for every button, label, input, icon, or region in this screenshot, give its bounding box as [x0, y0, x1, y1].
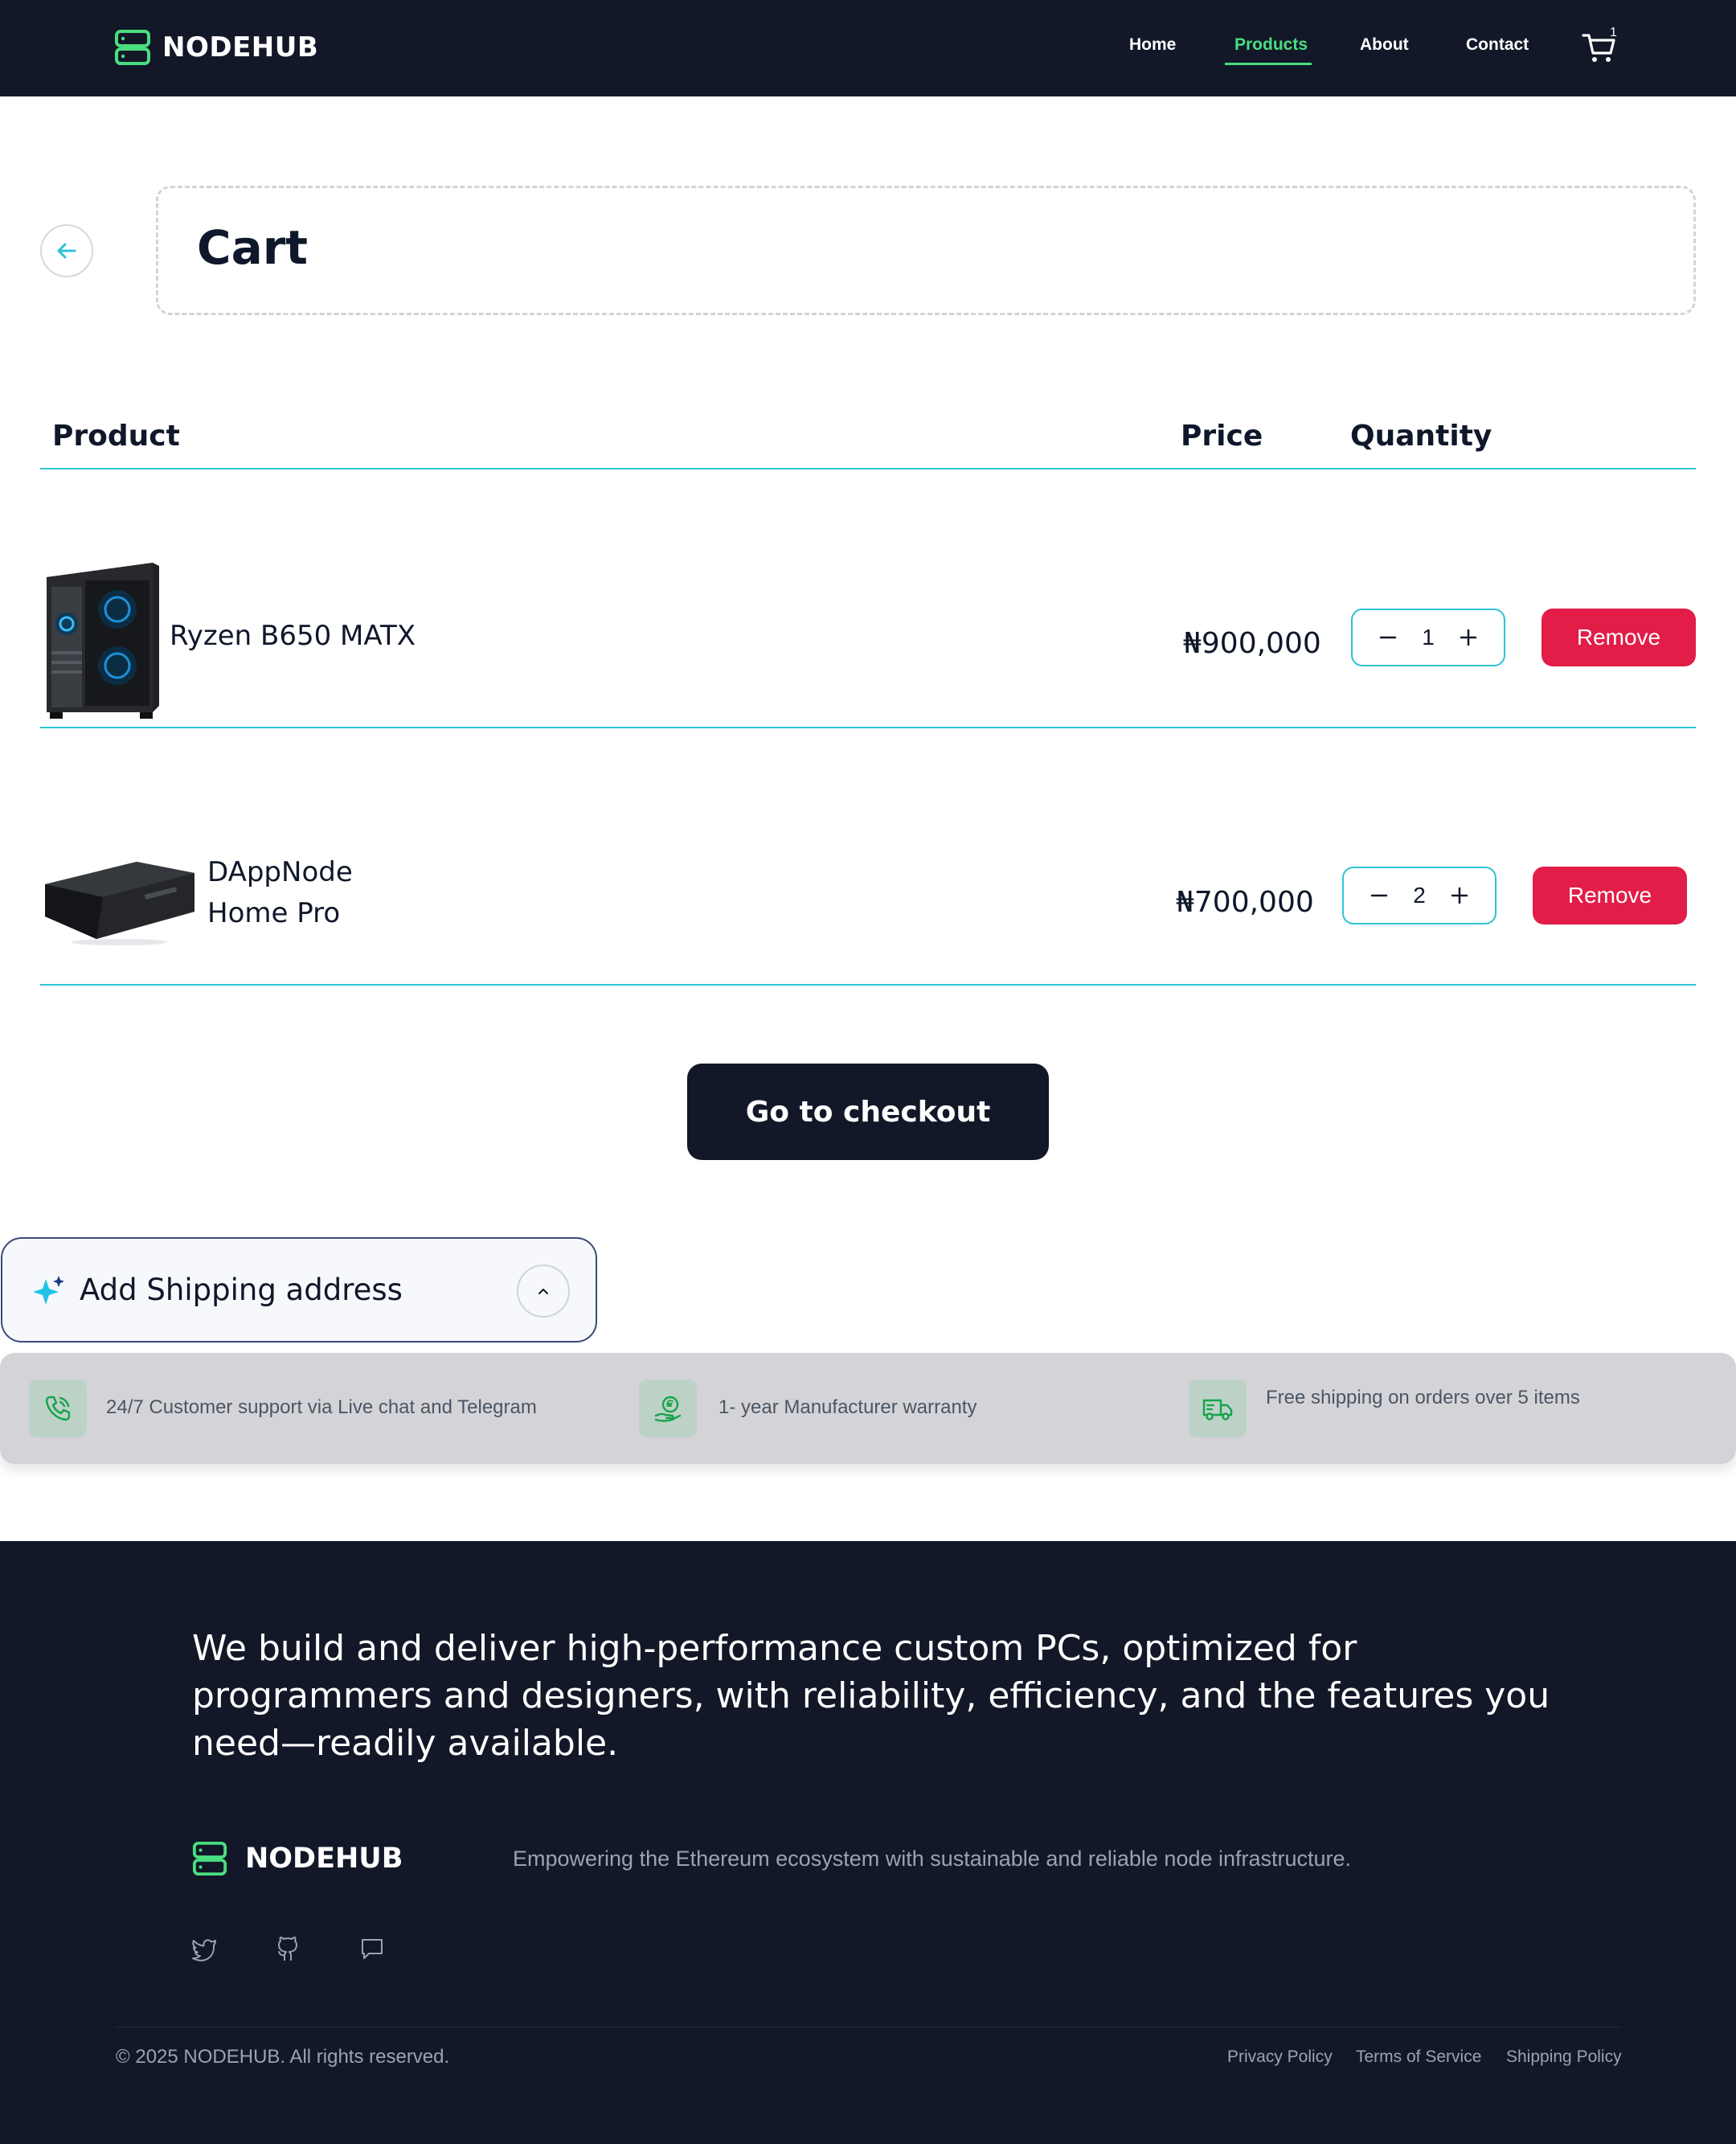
decrease-quantity-button[interactable] — [1365, 610, 1410, 665]
footer-brand-name: NODEHUB — [245, 1843, 403, 1875]
sparkle-icon — [33, 1276, 64, 1305]
footer-mission: Empowering the Ethereum ecosystem with s… — [513, 1847, 1352, 1871]
twitter-icon[interactable] — [190, 1935, 218, 1962]
column-header-quantity: Quantity — [1350, 420, 1492, 453]
arrow-left-icon — [57, 243, 76, 259]
warranty-coin-icon — [639, 1379, 697, 1437]
footer: We build and deliver high-performance cu… — [0, 1541, 1736, 2144]
chevron-up-icon — [538, 1289, 548, 1294]
feature-support-text: 24/7 Customer support via Live chat and … — [106, 1396, 537, 1418]
chat-icon[interactable] — [358, 1935, 386, 1962]
page-title: Cart — [197, 220, 309, 275]
product-name[interactable]: Ryzen B650 MATX — [170, 616, 416, 657]
checkout-button[interactable]: Go to checkout — [687, 1064, 1049, 1160]
minus-icon — [1379, 636, 1397, 639]
cart-count-badge: 1 — [1610, 26, 1617, 39]
feature-shipping-text: Free shipping on orders over 5 items — [1266, 1387, 1580, 1408]
nav-active-underline — [1225, 63, 1312, 65]
increase-quantity-button[interactable] — [1437, 868, 1482, 923]
increase-quantity-button[interactable] — [1446, 610, 1491, 665]
brand-name: NODEHUB — [162, 31, 319, 64]
server-logo-icon — [115, 30, 150, 65]
shipping-policy-link[interactable]: Shipping Policy — [1506, 2048, 1622, 2067]
terms-of-service-link[interactable]: Terms of Service — [1356, 2048, 1481, 2067]
mini-pc-icon — [45, 862, 194, 945]
navbar: NODEHUB Home Products About Contact 1 — [0, 0, 1736, 96]
accordion-toggle-button[interactable] — [517, 1265, 570, 1318]
quantity-stepper: 1 — [1351, 609, 1505, 666]
shipping-address-accordion[interactable]: Add Shipping address — [1, 1237, 597, 1343]
privacy-policy-link[interactable]: Privacy Policy — [1227, 2048, 1333, 2067]
plus-icon — [1460, 629, 1477, 646]
nav-link-home[interactable]: Home — [1129, 35, 1176, 55]
footer-brand[interactable]: NODEHUB — [192, 1840, 403, 1877]
feature-warranty-text: 1- year Manufacturer warranty — [719, 1396, 977, 1418]
product-price: ₦700,000 — [1176, 886, 1314, 919]
product-name[interactable]: DAppNode Home Pro — [207, 852, 384, 934]
quantity-stepper: 2 — [1342, 867, 1496, 924]
brand-logo[interactable]: NODEHUB — [114, 29, 318, 66]
truck-icon — [1189, 1379, 1247, 1437]
footer-tagline: We build and deliver high-performance cu… — [192, 1628, 1550, 1764]
cart-title-box: Cart — [156, 186, 1696, 315]
server-logo-icon — [192, 1841, 227, 1876]
features-bar: 24/7 Customer support via Live chat and … — [0, 1353, 1736, 1464]
nav-link-products[interactable]: Products — [1234, 35, 1308, 55]
shipping-address-label: Add Shipping address — [80, 1273, 403, 1307]
column-header-product: Product — [52, 420, 180, 453]
row-divider — [40, 727, 1696, 728]
product-price: ₦900,000 — [1183, 627, 1321, 660]
pc-case-icon — [47, 563, 159, 719]
copyright-text: © 2025 NODEHUB. All rights reserved. — [116, 2046, 450, 2068]
row-divider — [40, 984, 1696, 986]
back-button[interactable] — [40, 224, 93, 277]
github-icon[interactable] — [274, 1935, 301, 1962]
column-header-price: Price — [1181, 420, 1263, 453]
minus-icon — [1370, 894, 1388, 897]
remove-button[interactable]: Remove — [1533, 867, 1687, 924]
nav-link-about[interactable]: About — [1360, 35, 1409, 55]
table-header-divider — [40, 468, 1696, 469]
product-name-text: DAppNode Home Pro — [207, 856, 353, 929]
remove-button[interactable]: Remove — [1542, 609, 1696, 666]
plus-icon — [1451, 887, 1468, 904]
decrease-quantity-button[interactable] — [1357, 868, 1402, 923]
nav-link-contact[interactable]: Contact — [1466, 35, 1529, 55]
phone-icon — [29, 1379, 87, 1437]
